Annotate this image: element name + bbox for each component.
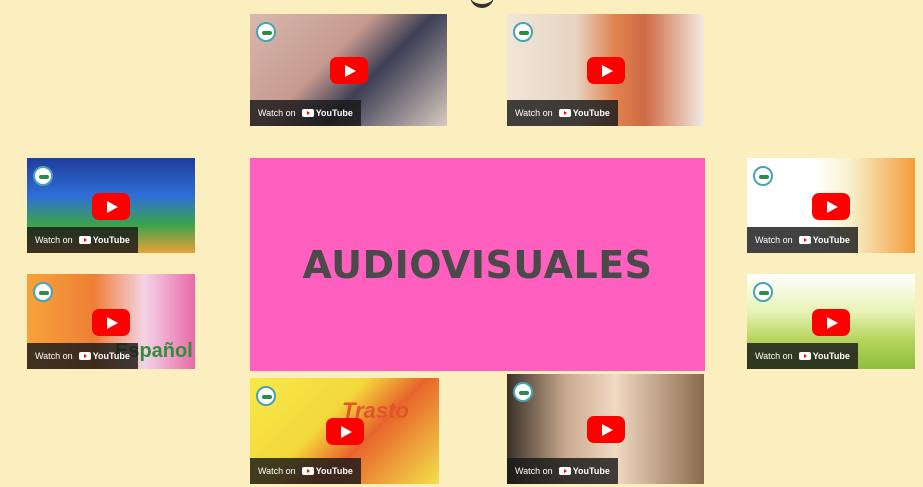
video-embed-bottom-center[interactable]: Watch on YouTube (507, 374, 704, 484)
play-button-icon[interactable] (92, 308, 130, 336)
play-button-icon[interactable] (92, 192, 130, 220)
youtube-logo-icon: YouTube (558, 466, 610, 476)
channel-logo-icon (513, 382, 533, 402)
decorative-stroke (470, 0, 494, 8)
video-embed-top-left[interactable]: Watch on YouTube (250, 14, 447, 126)
channel-logo-icon (513, 22, 533, 42)
play-button-icon[interactable] (586, 416, 625, 443)
watch-on-label: Watch on (35, 235, 73, 245)
channel-logo-icon (256, 386, 276, 406)
video-embed-mid-left[interactable]: Watch on YouTube (27, 158, 195, 253)
watch-on-label: Watch on (755, 351, 793, 361)
channel-logo-icon (33, 166, 53, 186)
watch-on-youtube-button[interactable]: Watch on YouTube (27, 227, 138, 253)
video-embed-right-lower[interactable]: Watch on YouTube (747, 274, 915, 369)
play-button-icon[interactable] (329, 57, 368, 84)
play-button-icon[interactable] (325, 418, 364, 445)
video-embed-left-lower[interactable]: Español Watch on YouTube (27, 274, 195, 369)
audiovisuales-banner: AUDIOVISUALES (250, 158, 705, 371)
watch-on-youtube-button[interactable]: Watch on YouTube (747, 227, 858, 253)
youtube-logo-icon: YouTube (301, 108, 353, 118)
watch-on-label: Watch on (258, 108, 296, 118)
watch-on-label: Watch on (258, 466, 296, 476)
watch-on-label: Watch on (515, 466, 553, 476)
play-button-icon[interactable] (812, 308, 850, 336)
video-embed-top-right[interactable]: Watch on YouTube (507, 14, 704, 126)
channel-logo-icon (753, 166, 773, 186)
watch-on-label: Watch on (755, 235, 793, 245)
watch-on-label: Watch on (515, 108, 553, 118)
watch-on-youtube-button[interactable]: Watch on YouTube (507, 100, 618, 126)
youtube-logo-icon: YouTube (78, 235, 130, 245)
youtube-logo-icon: YouTube (78, 351, 130, 361)
play-button-icon[interactable] (812, 192, 850, 220)
channel-logo-icon (33, 282, 53, 302)
video-embed-mid-right[interactable]: Watch on YouTube (747, 158, 915, 253)
watch-on-youtube-button[interactable]: Watch on YouTube (250, 100, 361, 126)
youtube-logo-icon: YouTube (558, 108, 610, 118)
watch-on-youtube-button[interactable]: Watch on YouTube (27, 343, 138, 369)
watch-on-label: Watch on (35, 351, 73, 361)
page-title: AUDIOVISUALES (302, 242, 653, 287)
watch-on-youtube-button[interactable]: Watch on YouTube (250, 458, 361, 484)
watch-on-youtube-button[interactable]: Watch on YouTube (507, 458, 618, 484)
play-button-icon[interactable] (586, 57, 625, 84)
youtube-logo-icon: YouTube (798, 235, 850, 245)
channel-logo-icon (753, 282, 773, 302)
video-embed-bottom-left[interactable]: Trasto Watch on YouTube (250, 378, 439, 484)
watch-on-youtube-button[interactable]: Watch on YouTube (747, 343, 858, 369)
youtube-logo-icon: YouTube (798, 351, 850, 361)
channel-logo-icon (256, 22, 276, 42)
youtube-logo-icon: YouTube (301, 466, 353, 476)
